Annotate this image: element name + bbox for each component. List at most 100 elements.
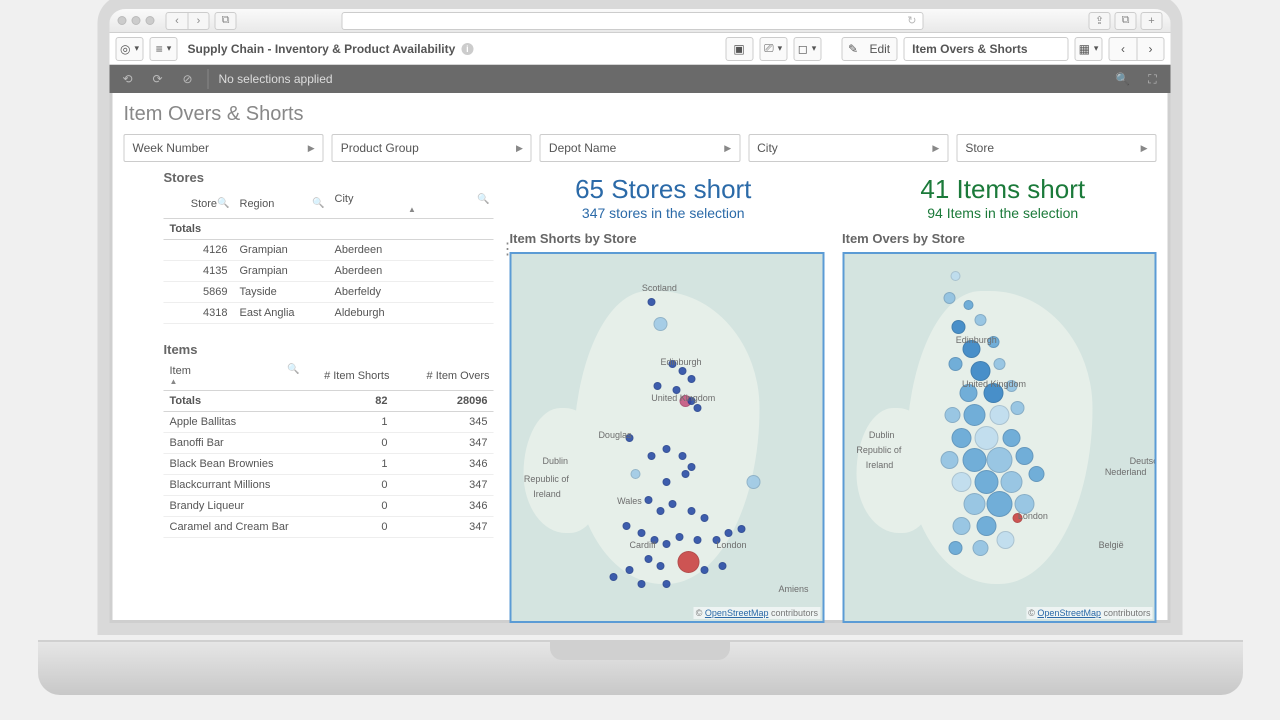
kpi-items-short[interactable]: 41 Items short 94 Items in the selection xyxy=(853,174,1153,221)
edit-button[interactable]: ✎ Edit xyxy=(841,37,897,61)
map-shorts[interactable]: © OpenStreetMap contributors ScotlandEdi… xyxy=(510,252,825,623)
map-point[interactable] xyxy=(681,470,689,478)
map-point[interactable] xyxy=(678,452,686,460)
map-point[interactable] xyxy=(973,540,989,556)
map-overs[interactable]: © OpenStreetMap contributors EdinburghUn… xyxy=(842,252,1157,623)
col-region[interactable]: Region xyxy=(240,198,275,210)
map-point[interactable] xyxy=(951,271,961,281)
search-icon[interactable]: 🔍 xyxy=(287,364,299,375)
col-city[interactable]: City xyxy=(335,193,354,205)
map-point[interactable] xyxy=(694,536,702,544)
map-point[interactable] xyxy=(678,367,686,375)
map-point[interactable] xyxy=(959,384,977,402)
prev-sheet-button[interactable]: ‹ xyxy=(1109,37,1137,61)
view-menu-button[interactable]: ≡▾ xyxy=(150,37,178,61)
table-row[interactable]: 5869TaysideAberfeldy xyxy=(164,282,494,303)
map-point[interactable] xyxy=(700,566,708,574)
map-point[interactable] xyxy=(688,507,696,515)
map-point[interactable] xyxy=(625,434,633,442)
map-point[interactable] xyxy=(1013,513,1023,523)
map-point[interactable] xyxy=(657,507,665,515)
map-point[interactable] xyxy=(688,397,696,405)
back-button[interactable]: ‹ xyxy=(166,12,188,30)
selection-back-icon[interactable]: ⟲ xyxy=(118,69,138,89)
share-button[interactable]: ⇪ xyxy=(1089,12,1111,30)
map-point[interactable] xyxy=(986,447,1012,473)
map-point[interactable] xyxy=(712,536,720,544)
map-point[interactable] xyxy=(1011,401,1025,415)
col-shorts[interactable]: # Item Shorts xyxy=(324,370,389,382)
table-row[interactable]: 4318East AngliaAldeburgh xyxy=(164,303,494,324)
map-point[interactable] xyxy=(989,405,1009,425)
table-row[interactable]: 4126GrampianAberdeen xyxy=(164,240,494,261)
sidebar-toggle[interactable]: ⧉ xyxy=(215,12,237,30)
map-point[interactable] xyxy=(977,516,997,536)
map-point[interactable] xyxy=(975,314,987,326)
map-point[interactable] xyxy=(688,375,696,383)
map-point[interactable] xyxy=(952,320,966,334)
map-point[interactable] xyxy=(971,361,991,381)
map-point[interactable] xyxy=(625,566,633,574)
next-sheet-button[interactable]: › xyxy=(1137,37,1165,61)
map-point[interactable] xyxy=(747,475,761,489)
map-point[interactable] xyxy=(650,536,658,544)
map-point[interactable] xyxy=(647,298,655,306)
map-point[interactable] xyxy=(1029,466,1045,482)
map-point[interactable] xyxy=(688,463,696,471)
map-point[interactable] xyxy=(993,358,1005,370)
map-point[interactable] xyxy=(962,448,986,472)
selection-clear-icon[interactable]: ⊘ xyxy=(178,69,198,89)
map-point[interactable] xyxy=(1006,380,1018,392)
present-button[interactable]: ⎚▾ xyxy=(759,37,787,61)
table-row[interactable]: Banoffi Bar0347 xyxy=(164,433,494,454)
map-point[interactable] xyxy=(983,383,1003,403)
close-dot[interactable] xyxy=(118,16,127,25)
table-row[interactable]: Brandy Liqueur0346 xyxy=(164,496,494,517)
zoom-dot[interactable] xyxy=(146,16,155,25)
map-point[interactable] xyxy=(949,357,963,371)
map-point[interactable] xyxy=(663,580,671,588)
filter-city[interactable]: City▶ xyxy=(748,134,948,162)
map-point[interactable] xyxy=(669,360,677,368)
reload-icon[interactable]: ↻ xyxy=(907,14,916,27)
col-store[interactable]: Store xyxy=(191,198,217,210)
map-point[interactable] xyxy=(986,491,1012,517)
map-point[interactable] xyxy=(700,514,708,522)
search-icon[interactable]: 🔍 xyxy=(312,198,324,209)
map-point[interactable] xyxy=(672,386,680,394)
filter-week-number[interactable]: Week Number▶ xyxy=(124,134,324,162)
osm-link[interactable]: OpenStreetMap xyxy=(1037,608,1101,618)
map-point[interactable] xyxy=(737,525,745,533)
map-point[interactable] xyxy=(677,551,699,573)
sheet-selector[interactable]: Item Overs & Shorts xyxy=(903,37,1068,61)
forward-button[interactable]: › xyxy=(188,12,210,30)
items-table[interactable]: Item▲🔍 # Item Shorts # Item Overs Totals… xyxy=(164,361,494,538)
kpi-stores-short[interactable]: 65 Stores short 347 stores in the select… xyxy=(514,174,814,221)
map-point[interactable] xyxy=(663,478,671,486)
map-point[interactable] xyxy=(963,404,985,426)
table-row[interactable]: Apple Ballitas1345 xyxy=(164,412,494,433)
sheets-button[interactable]: ▦▾ xyxy=(1075,37,1103,61)
map-point[interactable] xyxy=(631,469,641,479)
map-point[interactable] xyxy=(654,317,668,331)
map-point[interactable] xyxy=(610,573,618,581)
window-controls[interactable] xyxy=(118,16,155,25)
map-point[interactable] xyxy=(963,493,985,515)
filter-product-group[interactable]: Product Group▶ xyxy=(332,134,532,162)
filter-depot-name[interactable]: Depot Name▶ xyxy=(540,134,740,162)
map-point[interactable] xyxy=(694,404,702,412)
map-point[interactable] xyxy=(647,452,655,460)
map-point[interactable] xyxy=(657,562,665,570)
new-tab-button[interactable]: + xyxy=(1141,12,1163,30)
stores-table[interactable]: Store 🔍 Region 🔍 City▲🔍 Totals 4126Gramp… xyxy=(164,189,494,324)
map-point[interactable] xyxy=(941,451,959,469)
map-point[interactable] xyxy=(719,562,727,570)
table-row[interactable]: Blackcurrant Millions0347 xyxy=(164,475,494,496)
map-point[interactable] xyxy=(949,541,963,555)
bookmark-button[interactable]: ◻▾ xyxy=(793,37,821,61)
table-row[interactable]: Caramel and Cream Bar0347 xyxy=(164,517,494,538)
map-point[interactable] xyxy=(653,382,661,390)
snapshot-button[interactable]: ▣ xyxy=(725,37,753,61)
map-point[interactable] xyxy=(962,340,980,358)
map-point[interactable] xyxy=(987,336,999,348)
